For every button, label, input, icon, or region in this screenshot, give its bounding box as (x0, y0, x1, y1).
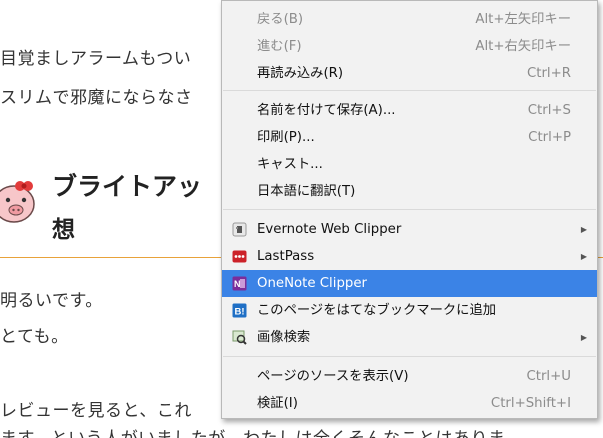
menu-item-save-as[interactable]: 名前を付けて保存(A)... Ctrl+S (222, 97, 597, 124)
article-text-line: スリムで邪魔にならなさ (0, 88, 193, 108)
submenu-arrow-icon: ▶ (580, 225, 587, 234)
menu-item-label: キャスト... (257, 157, 323, 172)
svg-text:N: N (234, 279, 241, 289)
menu-separator (223, 90, 596, 91)
menu-item-label: 日本語に翻訳(T) (257, 184, 356, 199)
menu-item-lastpass[interactable]: LastPass ▶ (222, 243, 597, 270)
menu-item-translate[interactable]: 日本語に翻訳(T) (222, 178, 597, 205)
menu-item-view-source[interactable]: ページのソースを表示(V) Ctrl+U (222, 363, 597, 390)
menu-item-label: 名前を付けて保存(A)... (257, 103, 396, 118)
menu-item-inspect[interactable]: 検証(I) Ctrl+Shift+I (222, 390, 597, 417)
menu-separator (223, 209, 596, 210)
menu-item-label: 再読み込み(R) (257, 66, 344, 81)
menu-item-forward[interactable]: 進む(F) Alt+右矢印キー (222, 33, 597, 60)
menu-item-label: 戻る(B) (257, 12, 304, 27)
menu-item-shortcut: Ctrl+P (528, 130, 571, 145)
menu-item-back[interactable]: 戻る(B) Alt+左矢印キー (222, 6, 597, 33)
menu-item-shortcut: Ctrl+S (527, 103, 571, 118)
image-search-icon (232, 330, 247, 345)
menu-item-shortcut: Ctrl+R (526, 66, 571, 81)
menu-item-hatena-bookmark[interactable]: B! このページをはてなブックマークに追加 (222, 297, 597, 324)
svg-text:B!: B! (235, 307, 245, 318)
article-text-line: 明るいです。 (0, 291, 103, 311)
menu-item-onenote[interactable]: N OneNote Clipper (222, 270, 597, 297)
menu-item-shortcut: Alt+右矢印キー (475, 39, 571, 54)
onenote-icon: N (232, 276, 247, 291)
article-text-line: ます。という人がいましたが、わたしは全くそんなことはありま (0, 424, 505, 438)
lastpass-icon (232, 250, 247, 263)
pig-mascot-icon (0, 181, 35, 223)
menu-item-shortcut: Ctrl+U (526, 369, 571, 384)
menu-item-label: LastPass (257, 249, 315, 264)
menu-item-image-search[interactable]: 画像検索 ▶ (222, 324, 597, 351)
menu-separator (223, 356, 596, 357)
article-heading: ブライトアッ (52, 172, 203, 201)
evernote-icon (232, 222, 247, 237)
submenu-arrow-icon: ▶ (580, 333, 587, 342)
submenu-arrow-icon: ▶ (580, 252, 587, 261)
context-menu: 戻る(B) Alt+左矢印キー 進む(F) Alt+右矢印キー 再読み込み(R)… (221, 0, 598, 419)
menu-item-print[interactable]: 印刷(P)... Ctrl+P (222, 124, 597, 151)
menu-item-shortcut: Ctrl+Shift+I (490, 396, 571, 411)
menu-item-evernote[interactable]: Evernote Web Clipper ▶ (222, 216, 597, 243)
menu-item-shortcut: Alt+左矢印キー (475, 12, 571, 27)
menu-item-label: Evernote Web Clipper (257, 222, 402, 237)
menu-item-label: 検証(I) (257, 396, 298, 411)
article-text-line: 目覚ましアラームもつい (0, 49, 192, 69)
menu-item-label: OneNote Clipper (257, 276, 367, 291)
article-text-line: とても。 (0, 327, 69, 347)
article-heading-continued: 想 (52, 217, 75, 243)
menu-item-label: このページをはてなブックマークに追加 (257, 303, 497, 318)
menu-item-label: 進む(F) (257, 39, 302, 54)
hatena-bookmark-icon: B! (232, 303, 247, 318)
menu-item-label: 画像検索 (257, 330, 311, 345)
menu-item-label: ページのソースを表示(V) (257, 369, 409, 384)
menu-item-reload[interactable]: 再読み込み(R) Ctrl+R (222, 60, 597, 87)
article-text-line: レビューを見ると、これ (0, 401, 192, 421)
menu-item-cast[interactable]: キャスト... (222, 151, 597, 178)
menu-item-label: 印刷(P)... (257, 130, 315, 145)
